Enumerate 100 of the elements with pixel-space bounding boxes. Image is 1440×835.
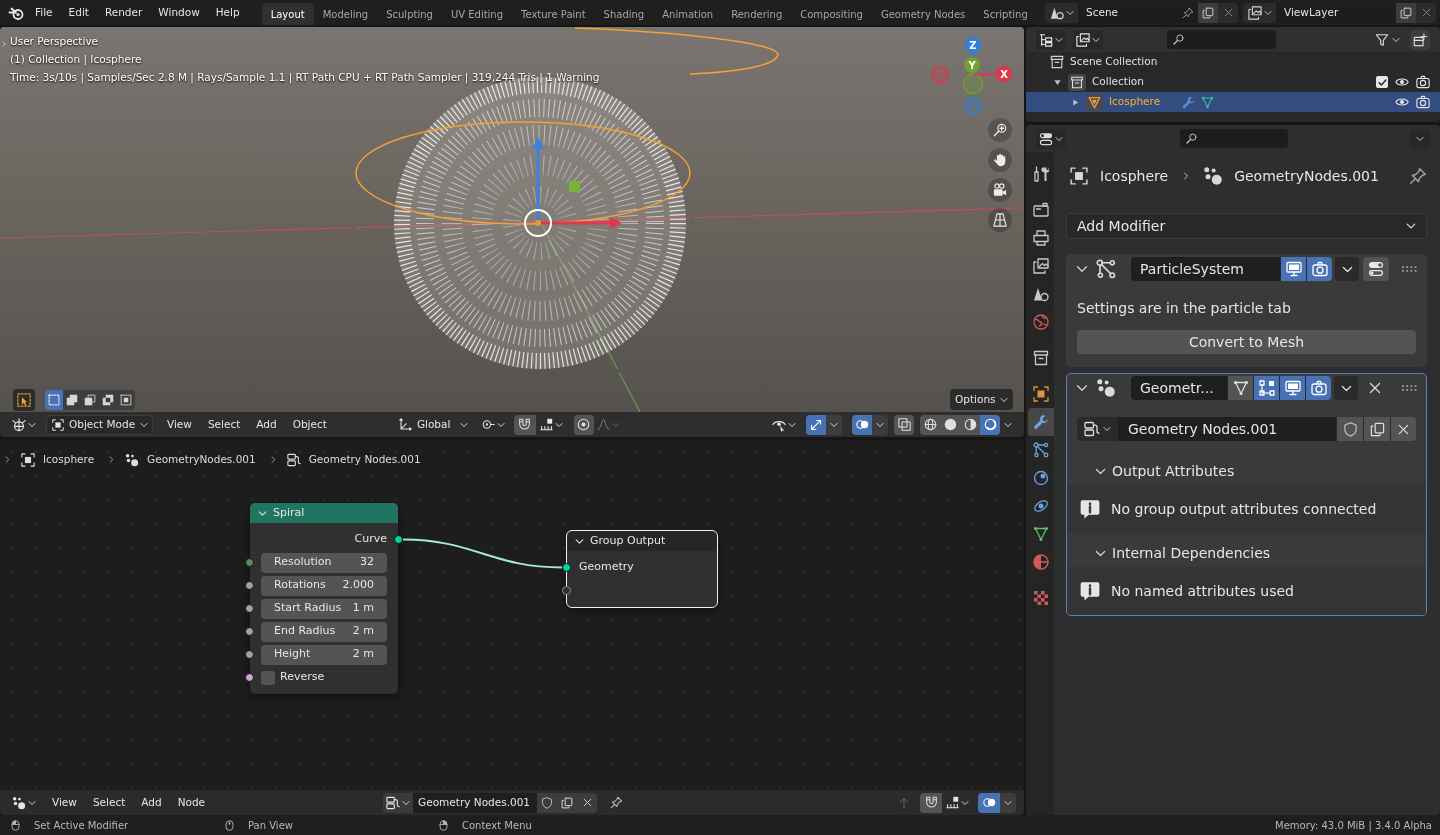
- negative-axis-handle[interactable]: [931, 66, 949, 84]
- negative-axis-handle[interactable]: [962, 73, 984, 95]
- disclosure-triangle-icon[interactable]: [1054, 78, 1061, 86]
- subpanel-header[interactable]: Output Attributes: [1067, 451, 1426, 485]
- proportional-edit-toggle[interactable]: [573, 414, 594, 435]
- menu-item[interactable]: Window: [150, 2, 208, 23]
- socket-icon[interactable]: [245, 627, 254, 636]
- menu-item[interactable]: Object: [284, 414, 335, 435]
- number-field[interactable]: Start Radius 1 m: [261, 598, 387, 619]
- camera-icon[interactable]: [1416, 95, 1430, 109]
- gizmo-toggle[interactable]: [806, 414, 826, 435]
- drag-handle-icon[interactable]: [1402, 385, 1417, 391]
- snap-toggle[interactable]: [513, 414, 536, 435]
- chevron-down-icon[interactable]: [575, 536, 584, 546]
- number-field[interactable]: Height 2 m: [261, 644, 387, 665]
- workspace-tab[interactable]: Sculpting: [377, 3, 442, 25]
- select-mode-button[interactable]: [81, 390, 99, 410]
- copy-button[interactable]: [1396, 2, 1416, 23]
- workspace-tab[interactable]: Texture Paint: [512, 3, 595, 25]
- node-group-name-field[interactable]: Geometry Nodes.001: [1118, 417, 1336, 441]
- node-tree-name-field[interactable]: Geometry Nodes.001: [413, 792, 538, 813]
- eye-icon[interactable]: [1395, 95, 1409, 109]
- modifier-menu-dropdown[interactable]: [1334, 376, 1358, 400]
- socket-icon[interactable]: [562, 586, 571, 595]
- workspace-tab[interactable]: Rendering: [722, 3, 792, 25]
- menu-item[interactable]: Edit: [60, 2, 97, 23]
- unlink-button[interactable]: [577, 792, 598, 813]
- pin-icon[interactable]: [1409, 167, 1427, 185]
- outliner-row[interactable]: Collection: [1026, 72, 1440, 92]
- render-toggle[interactable]: [1305, 376, 1331, 400]
- node-card[interactable]: Spiral Curve Resolution 32 Rotations 2.000 Start Radius 1 m End Radius 2 m Height 2 m Reverse: [250, 503, 398, 694]
- node-tree-dropdown[interactable]: [383, 792, 414, 813]
- viewport-toggle[interactable]: [1279, 376, 1305, 400]
- duplicate-button[interactable]: [1363, 417, 1390, 441]
- close-button[interactable]: [1416, 2, 1436, 23]
- display-mode-dropdown[interactable]: [1073, 29, 1103, 50]
- menu-item[interactable]: Node: [169, 792, 214, 813]
- snap-toggle[interactable]: [920, 792, 942, 813]
- workspace-tab[interactable]: Shading: [594, 3, 654, 25]
- eye-icon[interactable]: [1395, 75, 1409, 89]
- socket-icon[interactable]: [245, 650, 254, 659]
- outliner-row[interactable]: Scene Collection: [1026, 52, 1440, 72]
- select-tool-button[interactable]: [13, 389, 35, 411]
- subpanel-header[interactable]: Internal Dependencies: [1067, 533, 1426, 567]
- triangle-icon[interactable]: [1201, 95, 1215, 109]
- shading-mode-button[interactable]: [920, 414, 940, 435]
- workspace-tab[interactable]: Scripting: [974, 3, 1037, 25]
- add-modifier-dropdown[interactable]: Add Modifier: [1066, 213, 1427, 239]
- menu-item[interactable]: Render: [96, 2, 151, 23]
- options-dropdown[interactable]: Options: [950, 389, 1013, 410]
- menu-item[interactable]: View: [44, 792, 85, 813]
- orientation-dropdown[interactable]: Global: [394, 414, 472, 435]
- toggle-button[interactable]: [1363, 257, 1389, 281]
- socket-icon[interactable]: [562, 563, 571, 572]
- socket-icon[interactable]: [245, 673, 254, 682]
- number-field[interactable]: End Radius 2 m: [261, 621, 387, 642]
- camera-icon[interactable]: [1416, 75, 1430, 89]
- socket-icon[interactable]: [394, 535, 403, 544]
- checkbox[interactable]: [1376, 76, 1388, 88]
- unlink-button[interactable]: [1390, 417, 1416, 441]
- modifier-name-field[interactable]: Geometr...: [1131, 376, 1227, 400]
- options-dropdown[interactable]: [1410, 128, 1430, 149]
- workspace-tab[interactable]: Geometry Nodes: [871, 3, 975, 25]
- zoom-button[interactable]: [988, 118, 1012, 142]
- overlay-dropdown[interactable]: [1000, 792, 1016, 813]
- number-field[interactable]: Resolution 32: [261, 552, 387, 573]
- mode-dropdown[interactable]: Object Mode: [46, 414, 153, 435]
- overlay-toggle[interactable]: [852, 414, 872, 435]
- modifier-menu-dropdown[interactable]: [1335, 257, 1359, 281]
- negative-axis-handle[interactable]: [964, 97, 982, 115]
- socket-icon[interactable]: [245, 558, 254, 567]
- on-cage-toggle[interactable]: [1253, 376, 1279, 400]
- workspace-tab[interactable]: Compositing: [791, 3, 872, 25]
- perspective-toggle-button[interactable]: [988, 208, 1012, 232]
- overlay-toggle[interactable]: [978, 792, 1000, 813]
- select-mode-button[interactable]: [117, 390, 135, 410]
- number-field[interactable]: Rotations 2.000: [261, 575, 387, 596]
- xray-toggle[interactable]: [894, 414, 914, 435]
- scene-dropdown[interactable]: [1045, 2, 1078, 23]
- workspace-tab[interactable]: Modeling: [313, 3, 378, 25]
- select-mode-button[interactable]: [63, 390, 81, 410]
- menu-item[interactable]: Help: [207, 2, 248, 23]
- node-card[interactable]: Group Output Geometry: [567, 531, 717, 607]
- edit-mode-toggle[interactable]: [1227, 376, 1253, 400]
- menu-item[interactable]: Select: [84, 792, 134, 813]
- axis-handle[interactable]: X: [972, 66, 1012, 82]
- socket-icon[interactable]: [245, 581, 254, 590]
- close-button[interactable]: [1218, 2, 1238, 23]
- copy-button[interactable]: [1198, 2, 1218, 23]
- shading-mode-button[interactable]: [980, 414, 1000, 435]
- select-mode-button[interactable]: [45, 390, 63, 410]
- search-field[interactable]: [1167, 30, 1276, 49]
- menu-item[interactable]: Select: [199, 414, 249, 435]
- fake-user-button[interactable]: [537, 792, 558, 813]
- workspace-tab[interactable]: UV Editing: [441, 3, 513, 25]
- outliner-row[interactable]: Icosphere: [1026, 92, 1440, 112]
- socket-icon[interactable]: [245, 604, 254, 613]
- chevron-down-icon[interactable]: [1076, 382, 1088, 394]
- camera-view-button[interactable]: [988, 178, 1012, 202]
- chevron-down-icon[interactable]: [1076, 263, 1088, 275]
